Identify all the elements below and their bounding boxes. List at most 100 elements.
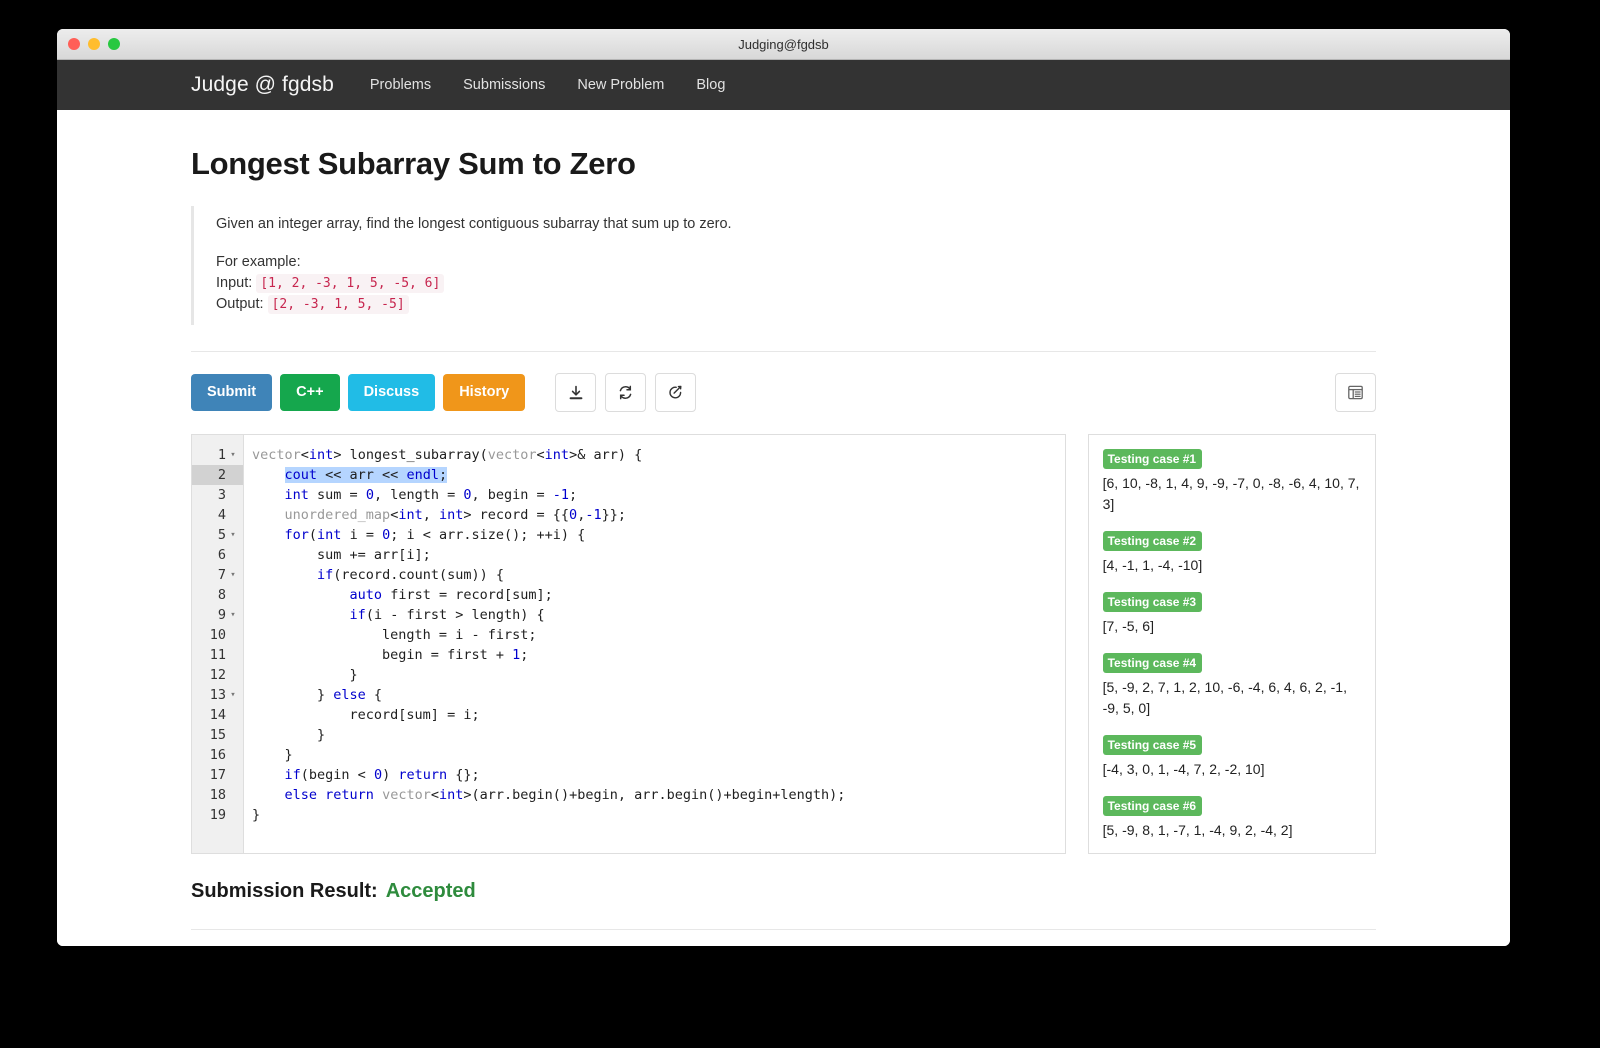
submission-result-status: Accepted — [385, 880, 476, 902]
code-line-18[interactable]: else return vector<int>(arr.begin()+begi… — [252, 785, 1065, 805]
test-case-block: Testing case #5 [-4, 3, 0, 1, -4, 7, 2, -… — [1102, 735, 1363, 780]
submit-button[interactable]: Submit — [191, 374, 273, 411]
fold-toggle-icon[interactable]: ▾ — [228, 565, 238, 585]
gutter-line-5[interactable]: 5 ▾ — [192, 525, 243, 545]
example-input-label: Input: — [216, 275, 253, 291]
code-line-1[interactable]: vector<int> longest_subarray(vector<int>… — [252, 445, 1065, 465]
test-case-data: [4, -1, 1, -4, -10] — [1102, 557, 1203, 573]
test-case-block: Testing case #2 [4, -1, 1, -4, -10] — [1102, 531, 1363, 576]
example-input-value: [1, 2, -3, 1, 5, -5, 6] — [256, 274, 445, 293]
fold-toggle-icon[interactable]: ▾ — [228, 605, 238, 625]
gutter-line-17[interactable]: 17▾ — [192, 765, 243, 785]
list-icon[interactable] — [1335, 373, 1376, 412]
code-line-19[interactable]: } — [252, 805, 1065, 825]
page-content: Longest Subarray Sum to Zero Given an in… — [57, 110, 1510, 946]
window-title: Judging@fgdsb — [738, 37, 829, 52]
editor-code-area[interactable]: vector<int> longest_subarray(vector<int>… — [244, 435, 1065, 853]
code-editor[interactable]: 1▾2▾3▾4▾5▾6▾7▾8▾9▾10▾11▾12▾13▾14▾15▾16▾1… — [191, 434, 1066, 854]
gutter-line-15[interactable]: 15▾ — [192, 725, 243, 745]
code-line-3[interactable]: int sum = 0, length = 0, begin = -1; — [252, 485, 1065, 505]
example-output-label: Output: — [216, 296, 264, 312]
code-line-4[interactable]: unordered_map<int, int> record = {{0,-1}… — [252, 505, 1065, 525]
example-header: For example: — [216, 254, 301, 270]
code-line-10[interactable]: length = i - first; — [252, 625, 1065, 645]
code-line-2[interactable]: cout << arr << endl; — [252, 465, 1065, 485]
gutter-line-18[interactable]: 18▾ — [192, 785, 243, 805]
code-line-17[interactable]: if(begin < 0) return {}; — [252, 765, 1065, 785]
test-case-badge: Testing case #3 — [1102, 592, 1203, 612]
brand-logo[interactable]: Judge @ fgdsb — [191, 73, 334, 97]
gutter-line-1[interactable]: 1 ▾ — [192, 445, 243, 465]
window-titlebar: Judging@fgdsb — [57, 29, 1510, 60]
code-line-5[interactable]: for(int i = 0; i < arr.size(); ++i) { — [252, 525, 1065, 545]
editor-gutter: 1▾2▾3▾4▾5▾6▾7▾8▾9▾10▾11▾12▾13▾14▾15▾16▾1… — [192, 435, 244, 853]
test-case-badge: Testing case #6 — [1102, 796, 1203, 816]
example-output-value: [2, -3, 1, 5, -5] — [267, 295, 409, 314]
gutter-line-11[interactable]: 11▾ — [192, 645, 243, 665]
gutter-line-6[interactable]: 6▾ — [192, 545, 243, 565]
test-case-block: Testing case #4 [5, -9, 2, 7, 1, 2, 10, -… — [1102, 653, 1363, 719]
test-case-badge: Testing case #4 — [1102, 653, 1203, 673]
test-case-data: [7, -5, 6] — [1102, 618, 1154, 634]
browser-window: Judging@fgdsb Judge @ fgdsb Problems Sub… — [57, 29, 1510, 946]
action-toolbar: Submit C++ Discuss History — [191, 373, 1376, 412]
gutter-line-10[interactable]: 10▾ — [192, 625, 243, 645]
gutter-line-9[interactable]: 9 ▾ — [192, 605, 243, 625]
language-button[interactable]: C++ — [280, 374, 340, 411]
submission-result-label: Submission Result: — [191, 880, 378, 902]
close-window-button[interactable] — [68, 38, 80, 50]
testing-cases-panel[interactable]: Testing case #1 [6, 10, -8, 1, 4, 9, -9, … — [1087, 434, 1376, 854]
download-icon[interactable] — [555, 373, 597, 412]
nav-link-problems[interactable]: Problems — [370, 77, 431, 93]
code-line-6[interactable]: sum += arr[i]; — [252, 545, 1065, 565]
code-line-9[interactable]: if(i - first > length) { — [252, 605, 1065, 625]
problem-statement: Given an integer array, find the longest… — [216, 216, 732, 232]
discuss-button[interactable]: Discuss — [347, 374, 436, 411]
code-line-13[interactable]: } else { — [252, 685, 1065, 705]
code-line-16[interactable]: } — [252, 745, 1065, 765]
test-case-block: Testing case #1 [6, 10, -8, 1, 4, 9, -9, … — [1102, 449, 1363, 515]
gutter-line-14[interactable]: 14▾ — [192, 705, 243, 725]
code-line-7[interactable]: if(record.count(sum)) { — [252, 565, 1065, 585]
code-line-14[interactable]: record[sum] = i; — [252, 705, 1065, 725]
nav-link-blog[interactable]: Blog — [696, 77, 725, 93]
submission-result: Submission Result: Accepted — [191, 880, 1376, 903]
gutter-line-2[interactable]: 2▾ — [192, 465, 243, 485]
code-line-8[interactable]: auto first = record[sum]; — [252, 585, 1065, 605]
page-title: Longest Subarray Sum to Zero — [191, 146, 636, 181]
test-case-block: Testing case #6 [5, -9, 8, 1, -7, 1, -4, … — [1102, 796, 1363, 841]
code-line-11[interactable]: begin = first + 1; — [252, 645, 1065, 665]
history-button[interactable]: History — [443, 374, 526, 411]
refresh-icon[interactable] — [605, 373, 647, 412]
gutter-line-19[interactable]: 19▾ — [192, 805, 243, 825]
nav-link-submissions[interactable]: Submissions — [463, 77, 545, 93]
fold-toggle-icon[interactable]: ▾ — [228, 445, 238, 465]
code-line-15[interactable]: } — [252, 725, 1065, 745]
example-input-row: Input: [1, 2, -3, 1, 5, -5, 6] — [216, 273, 1376, 294]
problem-description: Given an integer array, find the longest… — [191, 206, 1376, 325]
test-case-data: [5, -9, 8, 1, -7, 1, -4, 9, 2, -4, 2] — [1102, 822, 1293, 838]
test-case-data: [5, -9, 2, 7, 1, 2, 10, -6, -4, 6, 4, 6,… — [1102, 679, 1347, 716]
bottom-divider — [191, 929, 1376, 930]
edit-icon[interactable] — [655, 373, 697, 412]
test-case-badge: Testing case #1 — [1102, 449, 1203, 469]
fold-toggle-icon[interactable]: ▾ — [228, 525, 238, 545]
gutter-line-12[interactable]: 12▾ — [192, 665, 243, 685]
fold-toggle-icon[interactable]: ▾ — [228, 685, 238, 705]
gutter-line-3[interactable]: 3▾ — [192, 485, 243, 505]
gutter-line-13[interactable]: 13 ▾ — [192, 685, 243, 705]
nav-link-new-problem[interactable]: New Problem — [577, 77, 664, 93]
code-line-12[interactable]: } — [252, 665, 1065, 685]
toolbar-divider — [191, 351, 1376, 352]
gutter-line-16[interactable]: 16▾ — [192, 745, 243, 765]
minimize-window-button[interactable] — [88, 38, 100, 50]
main-navbar: Judge @ fgdsb Problems Submissions New P… — [57, 60, 1510, 110]
maximize-window-button[interactable] — [108, 38, 120, 50]
test-case-block: Testing case #3 [7, -5, 6] — [1102, 592, 1363, 637]
editor-and-tests: 1▾2▾3▾4▾5▾6▾7▾8▾9▾10▾11▾12▾13▾14▾15▾16▾1… — [191, 434, 1376, 854]
gutter-line-8[interactable]: 8▾ — [192, 585, 243, 605]
gutter-line-7[interactable]: 7 ▾ — [192, 565, 243, 585]
window-controls — [68, 38, 120, 50]
gutter-line-4[interactable]: 4▾ — [192, 505, 243, 525]
test-case-data: [6, 10, -8, 1, 4, 9, -9, -7, 0, -8, -6, … — [1102, 475, 1360, 512]
